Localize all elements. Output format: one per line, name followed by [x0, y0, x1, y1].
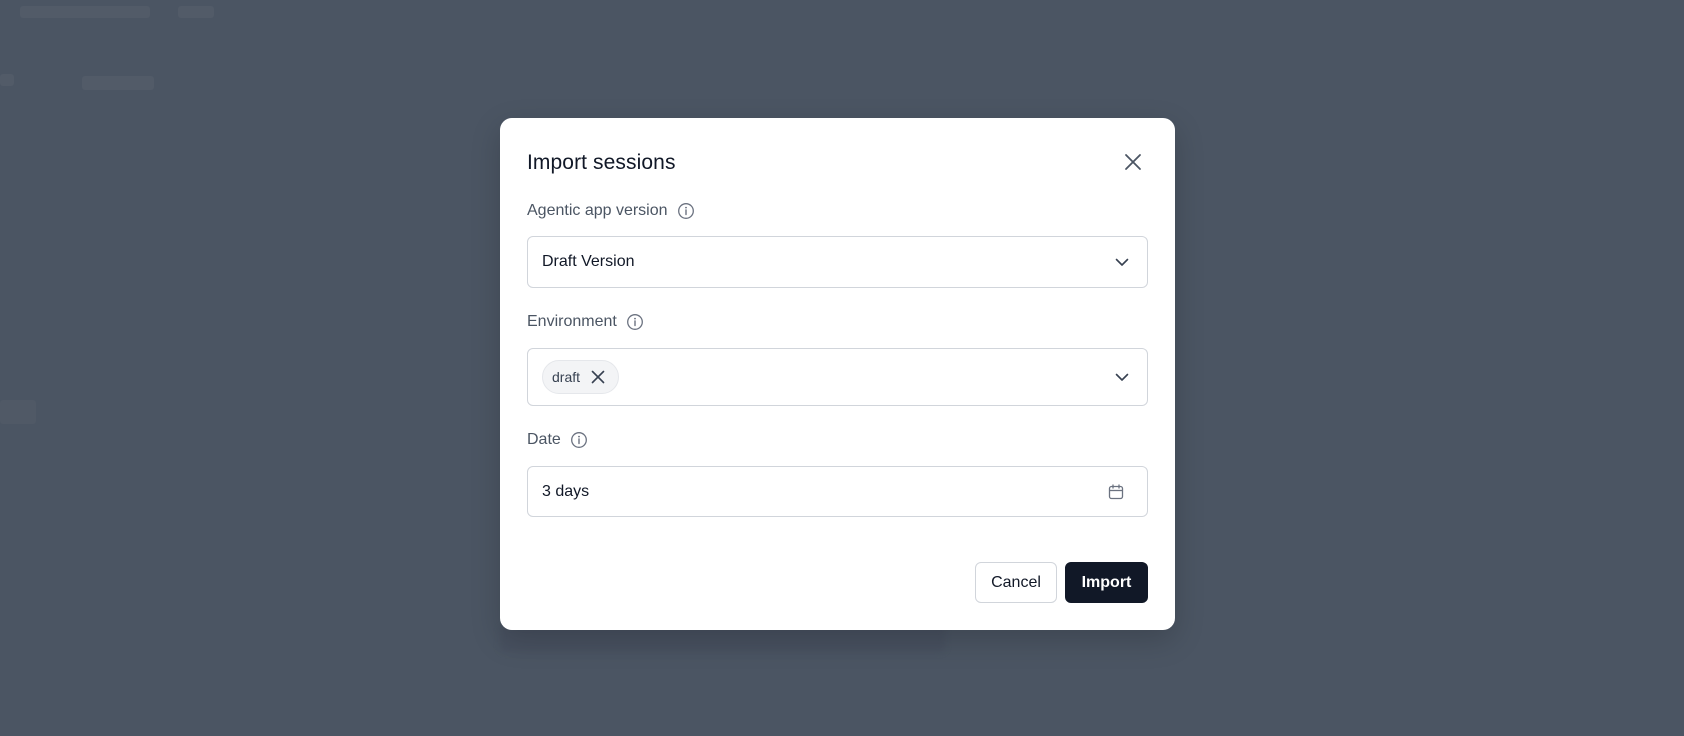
dialog-title: Import sessions — [527, 151, 676, 174]
version-label: Agentic app version — [527, 202, 668, 219]
chevron-down-icon — [1113, 368, 1131, 386]
close-button[interactable] — [1120, 149, 1146, 175]
background-breadcrumb-item — [178, 6, 214, 18]
background-sidebar-item — [0, 400, 36, 424]
remove-chip-icon[interactable] — [590, 369, 606, 385]
background-nav-item — [0, 74, 14, 86]
info-icon[interactable] — [570, 431, 588, 449]
background-breadcrumb — [20, 6, 150, 18]
date-picker-field[interactable]: 3 days — [527, 466, 1148, 517]
date-label: Date — [527, 431, 561, 448]
version-select-value: Draft Version — [542, 253, 635, 270]
calendar-icon[interactable] — [1107, 483, 1125, 501]
environment-label: Environment — [527, 313, 617, 330]
version-label-row: Agentic app version — [527, 202, 695, 220]
environment-chip-label: draft — [552, 369, 581, 385]
import-sessions-dialog: Import sessions Agentic app version Draf… — [500, 118, 1175, 630]
background-tab — [82, 76, 154, 90]
info-icon[interactable] — [626, 313, 644, 331]
info-icon[interactable] — [677, 202, 695, 220]
chevron-down-icon — [1113, 253, 1131, 271]
date-value: 3 days — [542, 482, 590, 500]
cancel-button[interactable]: Cancel — [975, 562, 1057, 603]
version-select[interactable]: Draft Version — [527, 236, 1148, 288]
environment-chip: draft — [542, 360, 620, 394]
environment-multiselect[interactable]: draft — [527, 348, 1148, 406]
close-icon — [1125, 154, 1141, 170]
import-button[interactable]: Import — [1065, 562, 1148, 603]
date-label-row: Date — [527, 431, 588, 449]
environment-label-row: Environment — [527, 313, 644, 331]
